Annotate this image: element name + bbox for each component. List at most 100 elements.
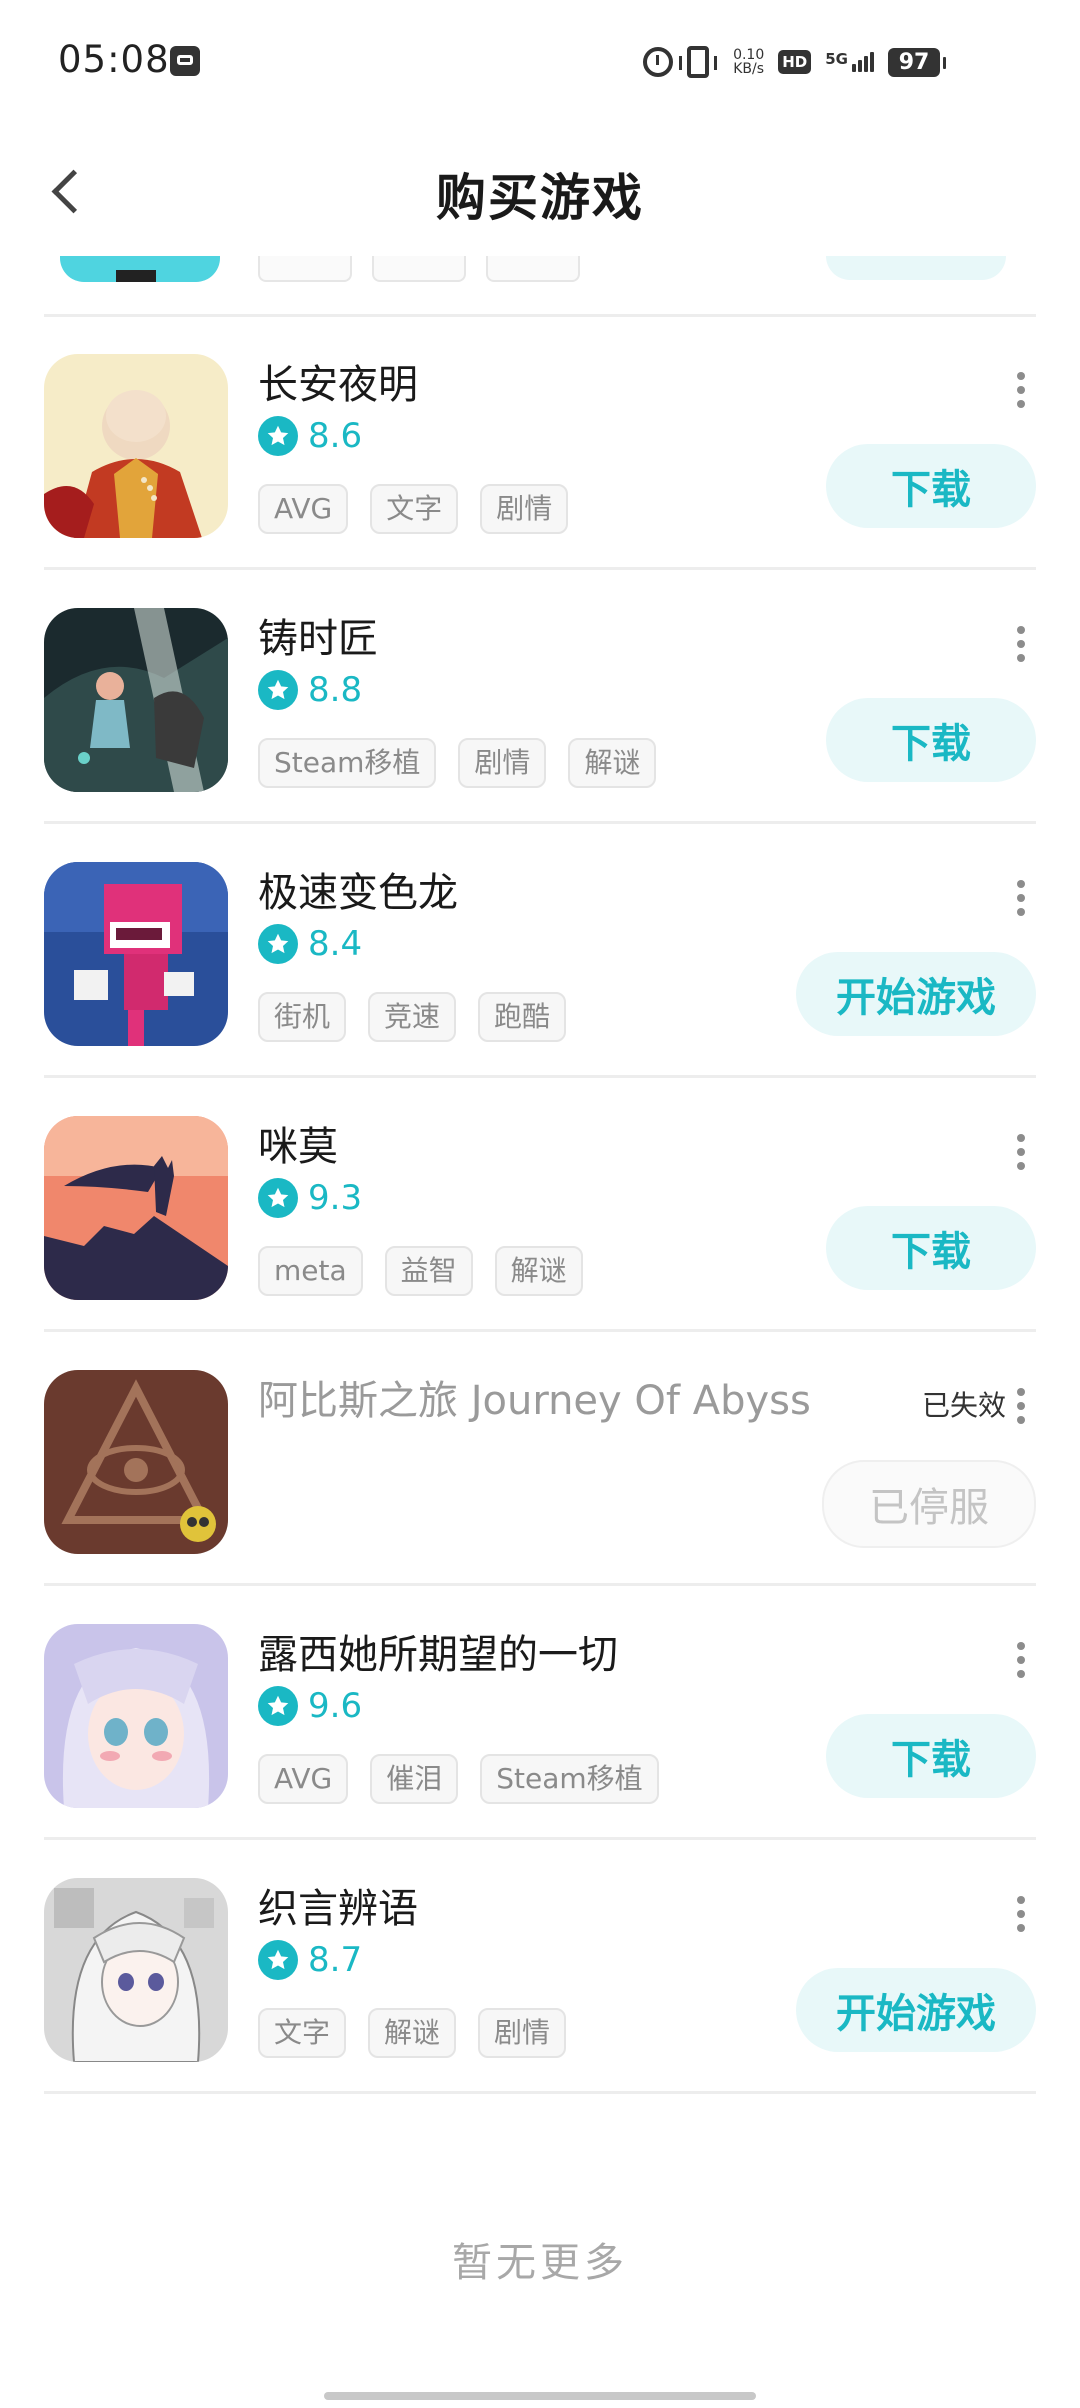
top-bar: 购买游戏: [0, 126, 1080, 256]
game-rating: 8.4: [258, 924, 362, 964]
game-rating: 8.7: [258, 1940, 362, 1980]
hd-voice-icon: HD: [778, 50, 812, 74]
star-icon: [258, 924, 298, 964]
star-icon: [258, 416, 298, 456]
play-button[interactable]: 开始游戏: [796, 952, 1036, 1036]
game-list[interactable]: 长安夜明 8.6 AVG 文字 剧情 下载 铸时匠 8.8 Steam移植 剧情…: [0, 256, 1080, 2236]
play-button[interactable]: 开始游戏: [796, 1968, 1036, 2052]
game-title[interactable]: 铸时匠: [258, 606, 378, 664]
game-tags: AVG 文字 剧情: [258, 484, 569, 534]
network-speed-unit: KB/s: [733, 61, 765, 77]
more-options-icon[interactable]: [1006, 1376, 1036, 1436]
download-button[interactable]: 下载: [826, 1714, 1036, 1798]
more-options-icon[interactable]: [1006, 360, 1036, 420]
game-item-expired[interactable]: 阿比斯之旅 Journey Of Abyss 已失效 已停服: [44, 1332, 1036, 1586]
game-tag: 解谜: [368, 2008, 457, 2058]
purchased-games-page: 05:08 0.10 KB/s HD 5G 97 购买游戏 长安夜明 8.6 A…: [0, 0, 1080, 2408]
game-icon-zhiyan-bianyu: [44, 1878, 228, 2062]
status-time: 05:08: [58, 38, 170, 81]
star-icon: [258, 1940, 298, 1980]
game-tag: 解谜: [568, 738, 657, 788]
game-tag: 竞速: [368, 992, 457, 1042]
game-tag: 跑酷: [478, 992, 567, 1042]
game-tags: Steam移植 剧情 解谜: [258, 738, 657, 788]
game-rating: 9.6: [258, 1686, 362, 1726]
rating-value: 8.7: [308, 1940, 363, 1980]
battery-icon: 97: [888, 47, 946, 77]
game-rating: 8.8: [258, 670, 362, 710]
game-tag: 催泪: [370, 1754, 459, 1804]
game-title[interactable]: 极速变色龙: [258, 860, 458, 918]
game-icon-lucy: [44, 1624, 228, 1808]
download-button[interactable]: 下载: [826, 444, 1036, 528]
game-tag: 益智: [384, 1246, 473, 1296]
rating-value: 8.8: [308, 670, 363, 710]
game-icon-changan-yeming: [44, 354, 228, 538]
status-bar: 05:08 0.10 KB/s HD 5G 97: [0, 0, 1080, 126]
game-tag: AVG: [258, 1754, 349, 1804]
game-title[interactable]: 阿比斯之旅 Journey Of Abyss: [258, 1368, 811, 1426]
rating-value: 9.3: [308, 1178, 363, 1218]
game-icon-partial: [60, 256, 220, 282]
game-item[interactable]: 铸时匠 8.8 Steam移植 剧情 解谜 下载: [44, 570, 1036, 824]
app-notification-icon: [170, 46, 200, 76]
game-tag: AVG: [258, 484, 349, 534]
game-item[interactable]: 长安夜明 8.6 AVG 文字 剧情 下载: [44, 316, 1036, 570]
game-tag: 文字: [370, 484, 459, 534]
status-icons: 0.10 KB/s HD 5G 97: [643, 42, 946, 82]
star-icon: [258, 1686, 298, 1726]
more-options-icon[interactable]: [1006, 1122, 1036, 1182]
game-tag: 剧情: [478, 2008, 567, 2058]
vibrate-icon: [679, 46, 718, 78]
game-title[interactable]: 咪莫: [258, 1114, 338, 1172]
game-tag: 街机: [258, 992, 347, 1042]
game-tags: meta 益智 解谜: [258, 1246, 583, 1296]
action-button-partial: [826, 256, 1006, 280]
signal-icon: 5G: [825, 52, 874, 72]
download-button[interactable]: 下载: [826, 698, 1036, 782]
game-tag: 剧情: [458, 738, 547, 788]
game-tags: AVG 催泪 Steam移植: [258, 1754, 659, 1804]
game-title[interactable]: 织言辨语: [258, 1876, 418, 1934]
game-item[interactable]: 极速变色龙 8.4 街机 竞速 跑酷 开始游戏: [44, 824, 1036, 1078]
page-title: 购买游戏: [436, 169, 644, 227]
game-tag: 剧情: [480, 484, 569, 534]
game-title[interactable]: 露西她所期望的一切: [258, 1622, 618, 1680]
game-icon-journey-of-abyss: [44, 1370, 228, 1554]
game-icon-chameleon-run: [44, 862, 228, 1046]
network-type: 5G: [825, 50, 848, 68]
more-options-icon[interactable]: [1006, 1884, 1036, 1944]
game-tag: Steam移植: [258, 738, 437, 788]
list-item-partial: [44, 256, 1036, 317]
expired-label: 已失效: [921, 1389, 1006, 1422]
home-indicator[interactable]: [324, 2392, 756, 2400]
game-icon-zhushijiang: [44, 608, 228, 792]
rating-value: 9.6: [308, 1686, 363, 1726]
game-tag: 解谜: [494, 1246, 583, 1296]
game-tag: Steam移植: [480, 1754, 659, 1804]
rating-value: 8.6: [308, 416, 363, 456]
game-rating: 9.3: [258, 1178, 362, 1218]
divider: [44, 2091, 1036, 2094]
game-icon-mimo: [44, 1116, 228, 1300]
game-tags: 文字 解谜 剧情: [258, 2008, 567, 2058]
game-item[interactable]: 织言辨语 8.7 文字 解谜 剧情 开始游戏: [44, 1840, 1036, 2094]
more-options-icon[interactable]: [1006, 1630, 1036, 1690]
network-speed: 0.10 KB/s: [733, 48, 764, 76]
service-stopped-button: 已停服: [822, 1460, 1036, 1548]
alarm-icon: [643, 47, 674, 77]
game-tag: 文字: [258, 2008, 347, 2058]
star-icon: [258, 1178, 298, 1218]
game-tags: 街机 竞速 跑酷: [258, 992, 567, 1042]
no-more-text: 暂无更多: [452, 2240, 628, 2286]
more-options-icon[interactable]: [1006, 868, 1036, 928]
network-speed-value: 0.10: [733, 47, 765, 63]
more-options-icon[interactable]: [1006, 614, 1036, 674]
download-button[interactable]: 下载: [826, 1206, 1036, 1290]
game-item[interactable]: 咪莫 9.3 meta 益智 解谜 下载: [44, 1078, 1036, 1332]
star-icon: [258, 670, 298, 710]
rating-value: 8.4: [308, 924, 363, 964]
game-title[interactable]: 长安夜明: [258, 352, 418, 410]
game-tag: meta: [258, 1246, 363, 1296]
game-item[interactable]: 露西她所期望的一切 9.6 AVG 催泪 Steam移植 下载: [44, 1586, 1036, 1840]
